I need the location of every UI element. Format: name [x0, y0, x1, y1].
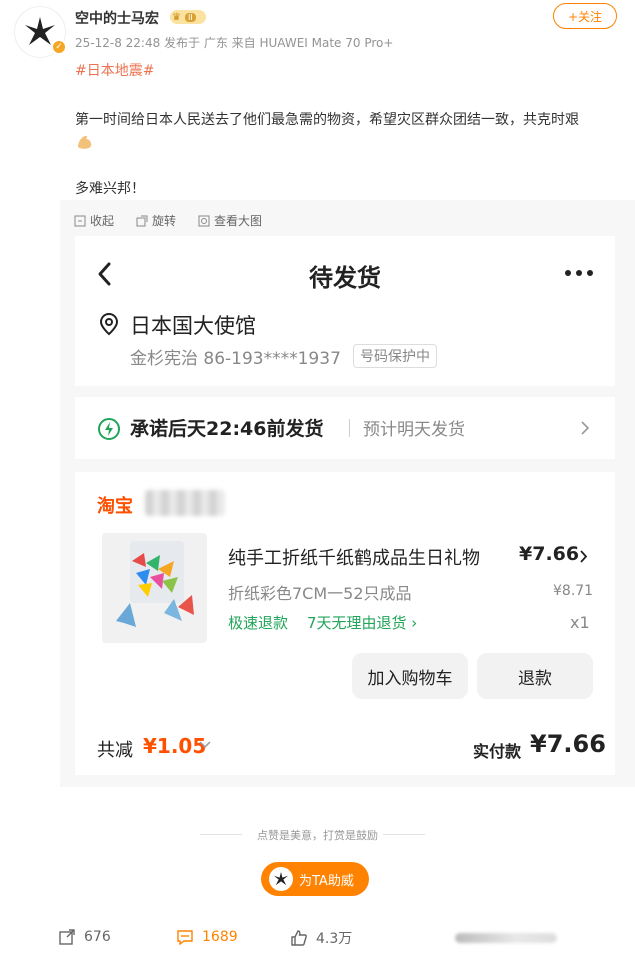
refund-button[interactable]: 退款	[477, 653, 593, 699]
quantity: x1	[570, 613, 590, 632]
product-thumbnail[interactable]	[102, 533, 207, 643]
hashtag-link[interactable]: #日本地震#	[75, 60, 154, 80]
repost-icon	[59, 929, 75, 945]
shop-logo[interactable]: 淘宝	[97, 492, 133, 518]
product-title[interactable]: 纯手工折纸千纸鹤成品生日礼物	[228, 544, 480, 570]
product-price: ¥7.66	[519, 543, 580, 565]
verified-badge-icon: ✓	[51, 39, 67, 55]
like-count: 4.3万	[316, 931, 353, 947]
paper-crane-image	[102, 533, 207, 643]
flexed-biceps-icon	[78, 135, 92, 149]
crown-icon: ♛	[172, 11, 181, 23]
follow-button[interactable]: +关注	[553, 3, 617, 29]
rotate-label: 旋转	[152, 214, 177, 228]
original-price: ¥8.71	[553, 583, 594, 599]
chevron-right-icon[interactable]	[579, 550, 588, 563]
rotate-icon	[136, 215, 148, 226]
discount-label: 共减	[97, 740, 133, 761]
avatar-mini-icon	[269, 867, 293, 891]
comment-icon	[177, 930, 193, 946]
post-content: 第一时间给日本人民送去了他们最急需的物资，希望灾区群众团结一致，共克时艰	[75, 108, 620, 152]
reward-button[interactable]: 为TA助威	[261, 862, 369, 896]
vip-badge[interactable]: ♛ II	[170, 10, 206, 24]
comment-button[interactable]: 1689	[176, 928, 238, 946]
address-name: 日本国大使馆	[130, 314, 256, 338]
seven-day-return-tag[interactable]: 7天无理由退货 ›	[307, 612, 417, 633]
paid-amount: ¥7.66	[530, 730, 606, 758]
view-large-label: 查看大图	[214, 214, 263, 228]
repost-button[interactable]: 676	[58, 928, 111, 946]
reward-button-label: 为TA助威	[299, 873, 354, 889]
thumbs-up-icon	[291, 930, 307, 946]
post-content-text: 第一时间给日本人民送去了他们最急需的物资，希望灾区群众团结一致，共克时艰	[75, 112, 579, 128]
location-pin-icon	[99, 312, 119, 336]
rotate-image-button[interactable]: 旋转	[136, 212, 176, 229]
view-large-button[interactable]: 查看大图	[198, 212, 262, 229]
discount-amount[interactable]: ¥1.05	[143, 734, 206, 758]
order-status-title: 待发货	[309, 264, 381, 292]
product-sku: 折纸彩色7CM一52只成品	[228, 584, 412, 603]
username[interactable]: 空中的士马宏	[75, 8, 159, 28]
avatar[interactable]: ✓	[14, 6, 67, 58]
number-protection-tag: 号码保护中	[353, 344, 437, 368]
reward-hint: 点赞是美意，打赏是鼓励	[257, 829, 378, 842]
collapse-label: 收起	[90, 214, 115, 228]
post-content-2: 多难兴邦！	[75, 181, 145, 197]
order-header-card: 待发货 日本国大使馆 金杉宪治 86-193****1937 号码保护中	[75, 236, 615, 386]
more-options-icon[interactable]	[565, 270, 593, 276]
chevron-right-icon	[581, 421, 590, 435]
shop-name-blurred	[145, 490, 225, 516]
product-card: 淘宝 纯手工折纸千纸鹤成品生日礼物 ¥7.66 折纸彩色7CM一52只成品 ¥8…	[75, 472, 615, 775]
vip-level: II	[184, 12, 196, 22]
repost-count: 676	[84, 929, 111, 945]
address-contact: 金杉宪治 86-193****1937	[130, 349, 341, 369]
magnify-icon	[198, 215, 210, 226]
add-to-cart-button[interactable]: 加入购物车	[352, 653, 468, 699]
collapse-image-button[interactable]: 收起	[74, 212, 114, 229]
divider	[349, 419, 350, 437]
collapse-icon	[74, 215, 86, 226]
chevron-down-icon[interactable]	[199, 740, 211, 750]
fast-refund-tag: 极速退款	[228, 614, 289, 632]
comment-count: 1689	[202, 929, 238, 945]
post-meta: 25-12-8 22:48 发布于 广东 来自 HUAWEI Mate 70 P…	[75, 36, 394, 50]
ship-estimate: 预计明天发货	[363, 420, 465, 440]
lightning-icon	[98, 418, 120, 440]
like-button[interactable]: 4.3万	[290, 928, 352, 948]
ship-promise: 承诺后天22:46前发货	[130, 418, 324, 440]
shipping-card[interactable]: 承诺后天22:46前发货 预计明天发货	[75, 397, 615, 459]
paid-label: 实付款	[473, 742, 522, 761]
blurred-content	[455, 933, 557, 943]
image-toolbar: 收起 旋转 查看大图	[74, 212, 262, 229]
